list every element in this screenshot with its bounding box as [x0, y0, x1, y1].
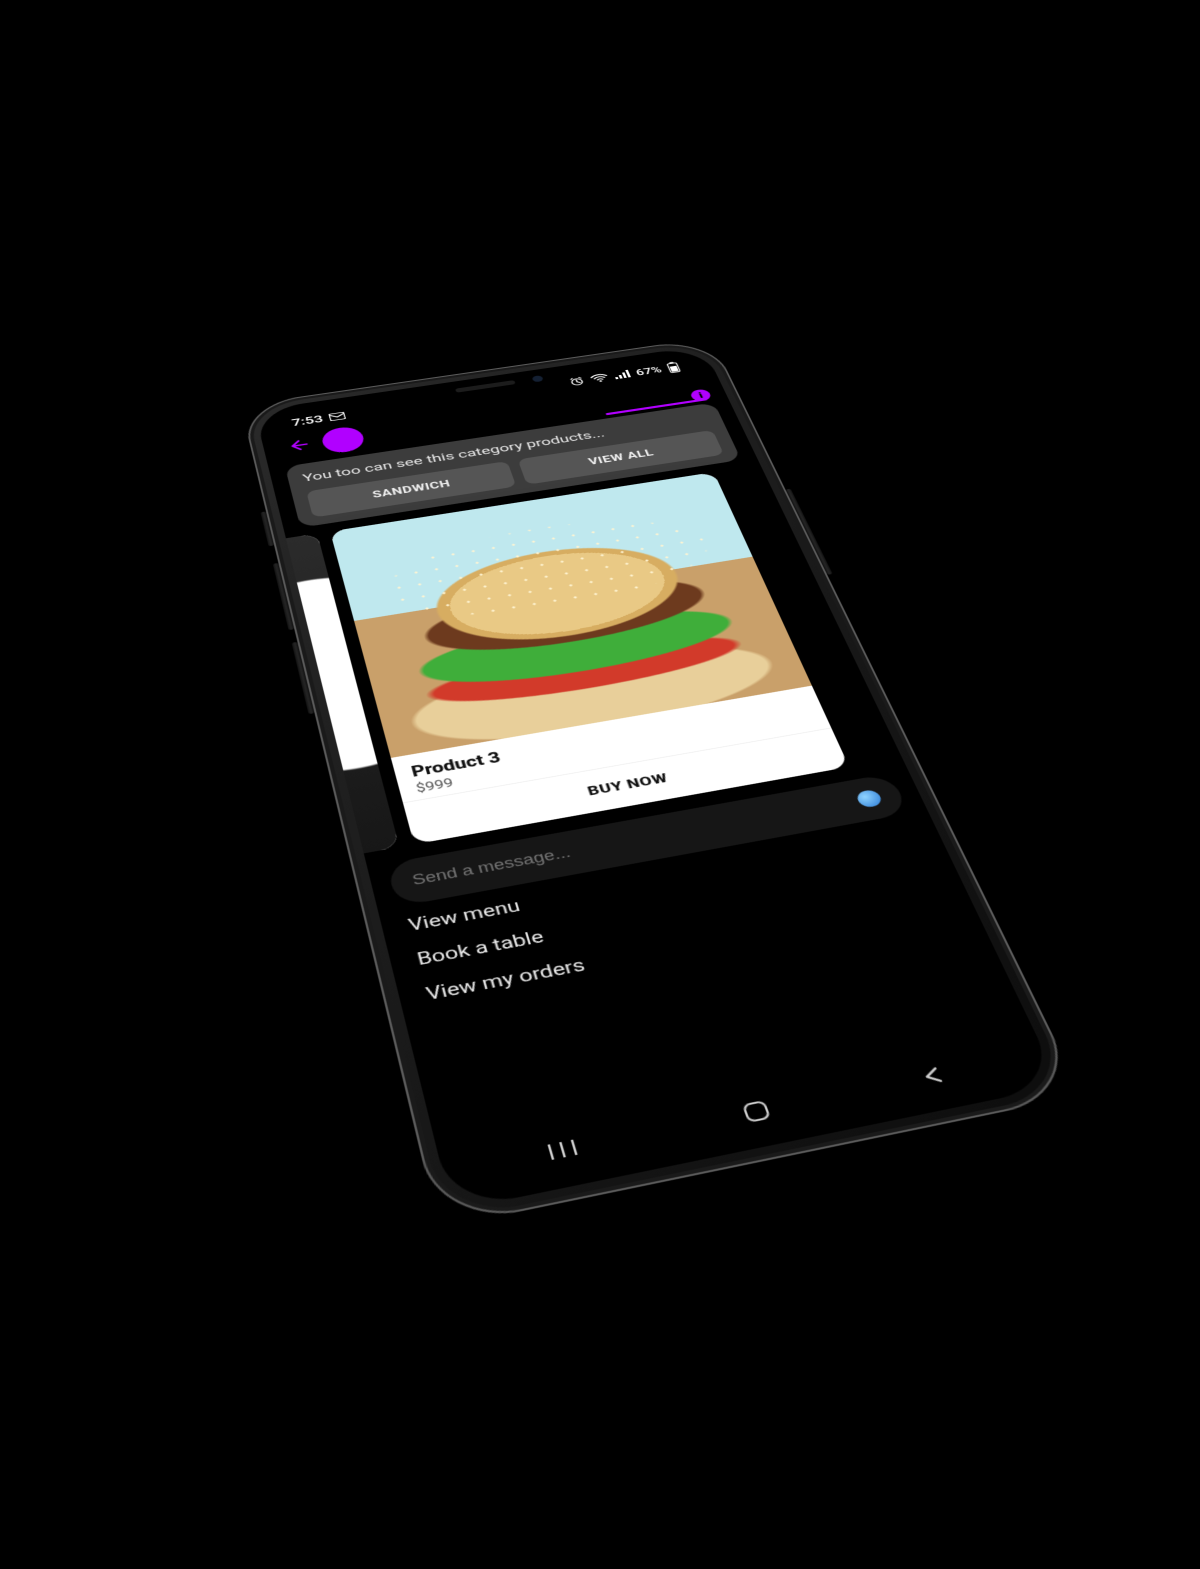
- android-nav-bar: III: [458, 1033, 1037, 1196]
- back-button[interactable]: [286, 437, 311, 455]
- nav-home-button[interactable]: [742, 1100, 771, 1123]
- avatar[interactable]: [319, 425, 366, 455]
- emoji-icon[interactable]: [855, 789, 884, 809]
- nav-recents-button[interactable]: III: [544, 1135, 586, 1166]
- wifi-icon: [589, 373, 609, 383]
- cellular-icon: [613, 370, 631, 380]
- nav-back-button[interactable]: [919, 1063, 955, 1087]
- message-icon: [329, 412, 347, 421]
- phone-mockup: 7:53: [240, 337, 1082, 1228]
